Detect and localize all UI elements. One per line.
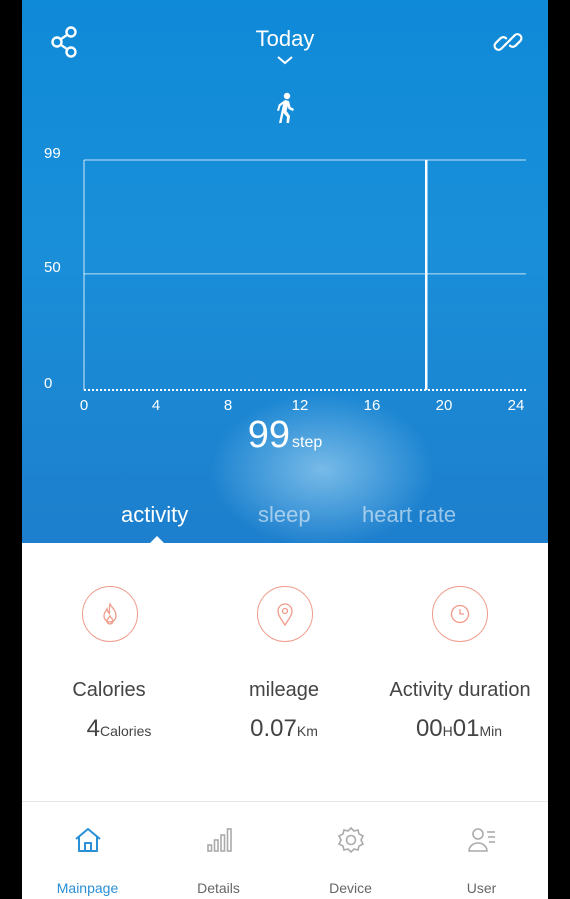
clock-icon [450, 604, 470, 624]
duration-minutes-unit: Min [479, 723, 503, 739]
tab-activity[interactable]: activity [121, 502, 188, 528]
location-pin-icon [277, 603, 293, 627]
duration-hours-unit: H [442, 723, 453, 739]
y-tick-label: 50 [44, 259, 61, 276]
nav-device[interactable]: Device [285, 802, 416, 899]
nav-details[interactable]: Details [153, 802, 284, 899]
mileage-label: mileage [248, 679, 320, 701]
walking-person-icon [277, 92, 294, 123]
duration-hours: 00 [415, 715, 443, 742]
calories-unit: Calories [100, 723, 152, 739]
home-icon [74, 828, 101, 852]
steps-unit: step [292, 434, 323, 451]
mileage-badge [257, 586, 313, 642]
mileage-unit: Km [296, 723, 318, 739]
steps-summary: 99 step [22, 414, 548, 457]
y-tick-label: 0 [44, 375, 52, 392]
bottom-nav: Mainpage Details Device User [22, 801, 548, 899]
tab-bar: activity sleep heart rate [22, 500, 548, 540]
duration-value-row: 00H01Min [399, 715, 519, 743]
x-tick-label: 20 [436, 397, 453, 414]
calories-badge [82, 586, 138, 642]
calories-value: 4 [86, 715, 100, 742]
x-tick-label: 24 [508, 397, 525, 414]
app-screen: Today 0509904812162024 99step [22, 0, 548, 899]
mileage-value-row: 0.07Km [224, 715, 344, 743]
nav-user-label: User [466, 880, 497, 896]
flame-icon [103, 602, 117, 625]
x-tick-label: 12 [292, 397, 309, 414]
gear-icon [337, 826, 364, 854]
user-list-icon [467, 828, 495, 852]
nav-mainpage-label: Mainpage [56, 880, 119, 896]
y-tick-label: 99 [44, 145, 61, 162]
nav-mainpage[interactable]: Mainpage [22, 802, 153, 899]
steps-chart: 0 50 99 0 4 8 12 16 20 24 [22, 140, 548, 420]
link-icon [493, 33, 523, 51]
nav-user[interactable]: User [416, 802, 547, 899]
bar-chart-icon [206, 828, 232, 852]
steps-chart-svg: 0 50 99 0 4 8 12 16 20 24 [44, 145, 526, 414]
calories-label: Calories [72, 679, 146, 701]
duration-badge [432, 586, 488, 642]
tab-heart-rate[interactable]: heart rate [362, 502, 456, 528]
tab-sleep[interactable]: sleep [258, 502, 311, 528]
calories-value-row: 4Calories [59, 715, 179, 743]
duration-minutes: 01 [452, 715, 480, 742]
stats-panel: Calories 4Calories mileage 0.07Km Activi… [22, 543, 548, 801]
duration-label: Activity duration [389, 679, 531, 701]
x-tick-label: 8 [224, 397, 232, 414]
step-bar [425, 160, 428, 390]
date-title[interactable]: Today [22, 26, 548, 52]
nav-details-label: Details [197, 880, 240, 896]
x-tick-label: 16 [364, 397, 381, 414]
link-button[interactable] [488, 22, 528, 62]
chevron-down-icon[interactable] [276, 54, 294, 66]
nav-device-label: Device [329, 880, 372, 896]
x-tick-label: 4 [152, 397, 160, 414]
x-tick-label: 0 [80, 397, 88, 414]
mileage-value: 0.07 [250, 715, 297, 742]
hero-panel: Today 0509904812162024 99step [22, 0, 548, 544]
steps-value: 99 [247, 414, 291, 456]
